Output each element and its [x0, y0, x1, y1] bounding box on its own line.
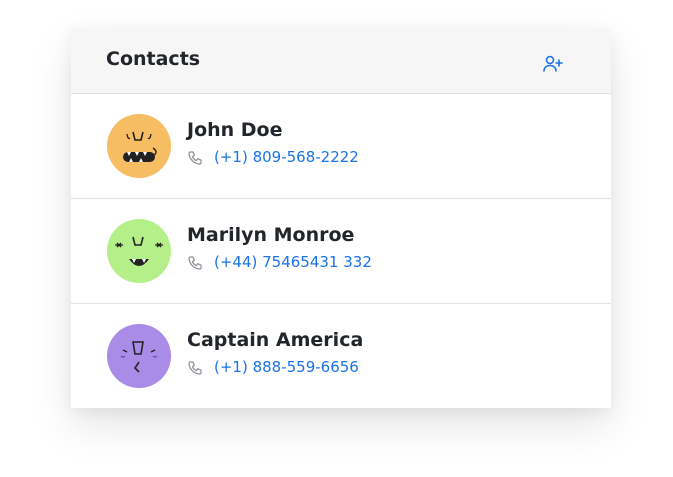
- contact-name: Captain America: [187, 329, 364, 351]
- list-item[interactable]: Captain America (+1) 888-559-6656: [71, 304, 611, 408]
- monster-face-icon: [123, 131, 157, 162]
- monster-face-icon: [120, 341, 158, 373]
- contact-name: Marilyn Monroe: [187, 224, 355, 246]
- add-contact-button[interactable]: [541, 52, 565, 76]
- phone-icon: [188, 256, 202, 270]
- phone-icon: [188, 151, 202, 165]
- contacts-header: Contacts: [71, 28, 611, 94]
- phone-icon: [188, 361, 202, 375]
- avatar: [107, 219, 171, 283]
- contact-phone-link[interactable]: (+1) 888-559-6656: [214, 358, 359, 376]
- list-item[interactable]: Marilyn Monroe (+44) 75465431 332: [71, 199, 611, 304]
- contacts-card: Contacts John Doe (+1) 809-568-2222 Mari…: [71, 28, 611, 408]
- page-title: Contacts: [106, 48, 201, 70]
- add-user-icon: [543, 55, 563, 72]
- monster-face-icon: [115, 236, 163, 266]
- avatar: [107, 114, 171, 178]
- contact-phone-link[interactable]: (+1) 809-568-2222: [214, 148, 359, 166]
- avatar: [107, 324, 171, 388]
- contact-name: John Doe: [187, 119, 283, 141]
- list-item[interactable]: John Doe (+1) 809-568-2222: [71, 94, 611, 199]
- contact-phone-link[interactable]: (+44) 75465431 332: [214, 253, 372, 271]
